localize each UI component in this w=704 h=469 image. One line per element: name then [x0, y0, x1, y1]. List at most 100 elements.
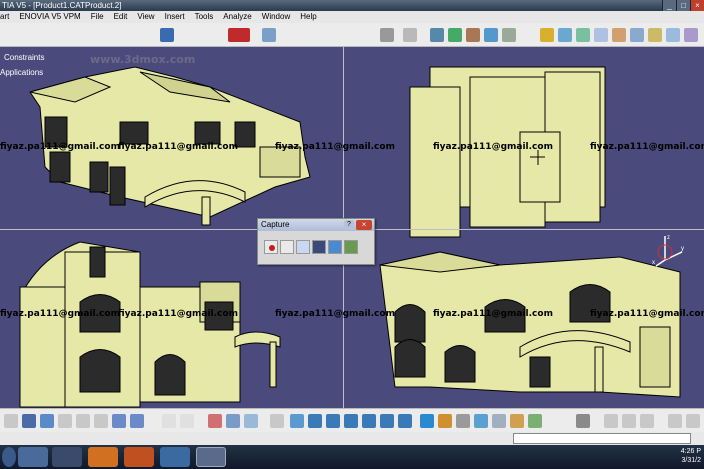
- toolbar-icon-b10[interactable]: [640, 414, 654, 428]
- firefox-taskbar-icon[interactable]: [124, 447, 154, 467]
- help-icon[interactable]: [403, 28, 417, 42]
- command-input[interactable]: [513, 433, 691, 444]
- window-title: TIA V5 - [Product1.CATProduct.2]: [2, 1, 122, 10]
- multi-view-icon[interactable]: [420, 414, 434, 428]
- vlc-taskbar-icon[interactable]: [88, 447, 118, 467]
- print-icon[interactable]: [40, 414, 54, 428]
- toolbar-icon-b7[interactable]: [576, 414, 590, 428]
- toolbar-icon-15[interactable]: [666, 28, 680, 42]
- media-taskbar-icon[interactable]: [52, 447, 82, 467]
- toolbar-icon-b11[interactable]: [668, 414, 682, 428]
- select-arrow-icon[interactable]: [280, 240, 294, 254]
- toolbar-icon-6[interactable]: [484, 28, 498, 42]
- menu-start[interactable]: art: [0, 11, 14, 23]
- toolbar-icon-12[interactable]: [612, 28, 626, 42]
- toolbar-icon-1[interactable]: [262, 28, 276, 42]
- toolbar-icon-13[interactable]: [630, 28, 644, 42]
- watermark-email-3: fiyaz.pa111@gmail.com: [275, 142, 395, 152]
- toolbar-icon-8[interactable]: [540, 28, 554, 42]
- menu-window[interactable]: Window: [257, 11, 295, 23]
- swap-space-icon[interactable]: [492, 414, 506, 428]
- toolbar-icon-b2[interactable]: [226, 414, 240, 428]
- fit-all-icon[interactable]: [308, 414, 322, 428]
- comment-icon[interactable]: [180, 414, 194, 428]
- menu-edit[interactable]: Edit: [109, 11, 133, 23]
- formula-icon[interactable]: [162, 414, 176, 428]
- restore-button[interactable]: □: [676, 0, 690, 11]
- save-icon[interactable]: [22, 414, 36, 428]
- watermark-site: www.3dmox.com: [90, 53, 196, 66]
- redo-icon[interactable]: [130, 414, 144, 428]
- watermark-email-2: fiyaz.pa111@gmail.com: [118, 142, 238, 152]
- toolbar-icon-11[interactable]: [594, 28, 608, 42]
- bottom-toolbar: [0, 408, 704, 432]
- compass-icon[interactable]: z y x: [650, 230, 690, 270]
- menu-file[interactable]: File: [86, 11, 109, 23]
- product-icon[interactable]: [160, 28, 174, 42]
- toolbar-icon-b8[interactable]: [604, 414, 618, 428]
- toolbar-icon-7[interactable]: [502, 28, 516, 42]
- watermark-email-6: fiyaz.pa111@gmail.com: [0, 309, 120, 319]
- pan-icon[interactable]: [326, 414, 340, 428]
- capture-image-icon[interactable]: [312, 240, 326, 254]
- menu-bar: art ENOVIA V5 VPM File Edit View Insert …: [0, 11, 704, 23]
- toolbar-icon-b4[interactable]: [270, 414, 284, 428]
- toolbar-icon-b12[interactable]: [686, 414, 700, 428]
- capture-options-icon[interactable]: [296, 240, 310, 254]
- status-bar: [0, 432, 704, 445]
- toolbar-icon-b1[interactable]: [208, 414, 222, 428]
- hide-show-icon[interactable]: [474, 414, 488, 428]
- capture-album-icon[interactable]: [328, 240, 342, 254]
- toolbar-icon-b5[interactable]: [510, 414, 524, 428]
- system-clock[interactable]: 4:26 P 3/31/2: [681, 447, 701, 465]
- close-button[interactable]: ×: [690, 0, 704, 11]
- watermark-email-7: fiyaz.pa111@gmail.com: [118, 309, 238, 319]
- normal-view-icon[interactable]: [398, 414, 412, 428]
- house-view-front: [19, 241, 281, 408]
- compass-x-label: x: [652, 260, 655, 266]
- enovia-logo-icon: [228, 28, 250, 42]
- minimize-button[interactable]: _: [662, 0, 676, 11]
- fly-mode-icon[interactable]: [290, 414, 304, 428]
- rotate-icon[interactable]: [344, 414, 358, 428]
- start-button[interactable]: [2, 447, 16, 467]
- undo-icon[interactable]: [112, 414, 126, 428]
- menu-analyze[interactable]: Analyze: [218, 11, 256, 23]
- toolbar-icon-3[interactable]: [430, 28, 444, 42]
- copy-icon[interactable]: [76, 414, 90, 428]
- toolbar-icon-2[interactable]: [380, 28, 394, 42]
- catia-taskbar-icon[interactable]: [160, 447, 190, 467]
- menu-tools[interactable]: Tools: [190, 11, 219, 23]
- toolbar-icon-5[interactable]: [466, 28, 480, 42]
- menu-enovia[interactable]: ENOVIA V5 VPM: [14, 11, 85, 23]
- capture-taskbar-icon[interactable]: [196, 447, 226, 467]
- iso-view-icon[interactable]: [438, 414, 452, 428]
- toolbar-icon-16[interactable]: [684, 28, 698, 42]
- cut-icon[interactable]: [58, 414, 72, 428]
- window-controls: _ □ ×: [662, 0, 704, 11]
- clock-time: 4:26 P: [680, 448, 701, 455]
- new-icon[interactable]: [4, 414, 18, 428]
- toolbar-icon-b9[interactable]: [622, 414, 636, 428]
- menu-view[interactable]: View: [132, 11, 159, 23]
- taskbar: 4:26 P 3/31/2: [0, 445, 704, 469]
- capture-close-button[interactable]: ×: [356, 220, 372, 230]
- toolbar-icon-9[interactable]: [558, 28, 572, 42]
- menu-insert[interactable]: Insert: [160, 11, 190, 23]
- zoom-in-icon[interactable]: [362, 414, 376, 428]
- capture-toolbar[interactable]: Capture ? ×: [257, 218, 375, 265]
- toolbar-icon-14[interactable]: [648, 28, 662, 42]
- toolbar-icon-b6[interactable]: [528, 414, 542, 428]
- shading-icon[interactable]: [456, 414, 470, 428]
- watermark-email-8: fiyaz.pa111@gmail.com: [275, 309, 395, 319]
- capture-settings-icon[interactable]: [344, 240, 358, 254]
- capture-help-button[interactable]: ?: [344, 220, 354, 230]
- menu-help[interactable]: Help: [295, 11, 321, 23]
- toolbar-icon-4[interactable]: [448, 28, 462, 42]
- explorer-taskbar-icon[interactable]: [18, 447, 48, 467]
- record-icon[interactable]: [264, 240, 278, 254]
- toolbar-icon-b3[interactable]: [244, 414, 258, 428]
- paste-icon[interactable]: [94, 414, 108, 428]
- toolbar-icon-10[interactable]: [576, 28, 590, 42]
- zoom-out-icon[interactable]: [380, 414, 394, 428]
